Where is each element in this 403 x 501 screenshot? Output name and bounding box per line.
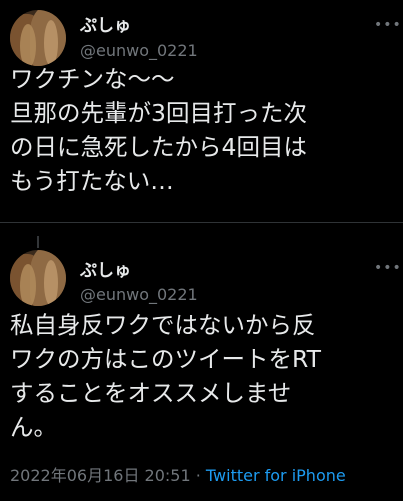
meta-separator: · xyxy=(190,466,206,485)
user-handle[interactable]: @eunwo_0221 xyxy=(80,285,198,304)
tweet-text: ワクチンな〜〜 旦那の先輩が3回目打った次 の日に急死したから4回目は もう打た… xyxy=(10,65,307,195)
avatar[interactable] xyxy=(10,250,66,306)
timestamp[interactable]: 2022年06月16日 20:51 xyxy=(10,466,191,485)
display-name[interactable]: ぷしゅ xyxy=(80,11,131,36)
more-options-icon[interactable]: ••• xyxy=(374,260,402,276)
tweet-text: 私自身反ワクではないから反 ワクの方はこのツイートをRT することをオススメしま… xyxy=(10,311,321,441)
tweet-1: ぷしゅ @eunwo_0221 ••• ワクチンな〜〜 旦那の先輩が3回目打った… xyxy=(0,0,403,222)
avatar[interactable] xyxy=(10,10,66,66)
tweet-meta: 2022年06月16日 20:51 · Twitter for iPhone xyxy=(10,462,346,486)
display-name[interactable]: ぷしゅ xyxy=(80,256,131,281)
tweet-divider xyxy=(0,222,403,223)
source-link[interactable]: Twitter for iPhone xyxy=(206,466,346,485)
user-handle[interactable]: @eunwo_0221 xyxy=(80,41,198,60)
more-options-icon[interactable]: ••• xyxy=(374,17,402,33)
